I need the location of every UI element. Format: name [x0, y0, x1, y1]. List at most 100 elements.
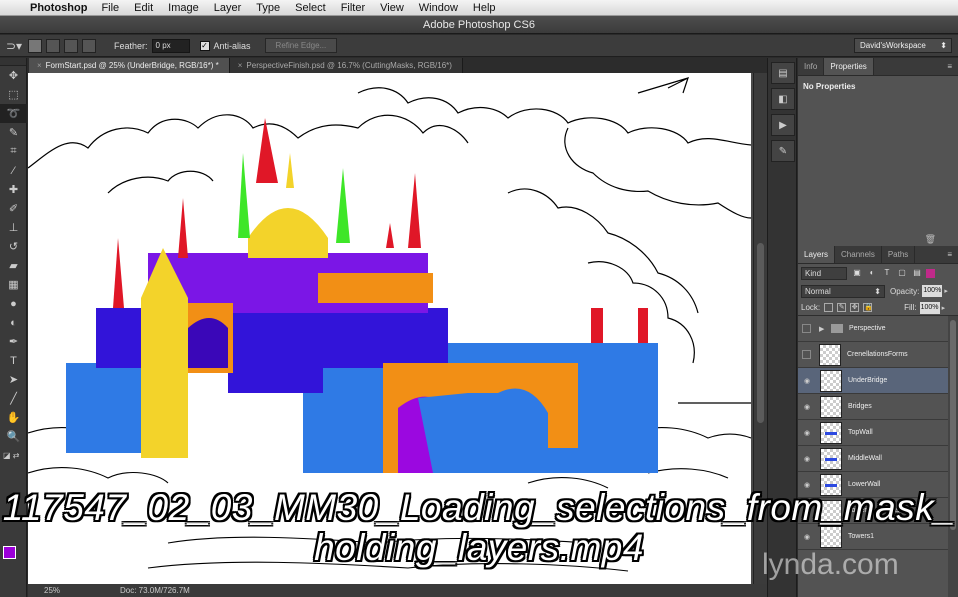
shape-filter-icon[interactable]: ▢	[897, 268, 907, 278]
quick-selection-tool-icon[interactable]: ✎	[0, 123, 27, 142]
tab-layers[interactable]: Layers	[798, 246, 836, 263]
toolbar-grip[interactable]	[0, 58, 26, 66]
eye-icon[interactable]: ◉	[798, 377, 816, 385]
blur-tool-icon[interactable]: ●	[0, 294, 27, 313]
panel-menu-icon[interactable]: ≡	[947, 246, 952, 263]
close-icon[interactable]: ×	[37, 61, 42, 70]
scrollbar-thumb[interactable]	[950, 320, 956, 530]
marquee-tool-icon[interactable]: ⬚	[0, 85, 27, 104]
lock-all-icon[interactable]: 🔒	[863, 303, 873, 312]
layer-row-towers2-details[interactable]: ◉ Towers2+Details	[798, 498, 948, 524]
shape-tool-icon[interactable]: ╱	[0, 389, 27, 408]
color-panel-icon[interactable]: ◧	[771, 88, 795, 110]
menu-file[interactable]: File	[101, 2, 119, 14]
panel-menu-icon[interactable]: ≡	[947, 58, 952, 75]
new-selection-button[interactable]	[28, 38, 42, 53]
menu-image[interactable]: Image	[168, 2, 199, 14]
app-name-menu[interactable]: Photoshop	[30, 2, 87, 14]
workspace-switcher[interactable]: David'sWorkspace ⬍	[854, 38, 952, 53]
menu-edit[interactable]: Edit	[134, 2, 153, 14]
eye-icon[interactable]: ◉	[798, 507, 816, 515]
chevron-right-icon[interactable]: ▸	[942, 304, 946, 312]
eye-icon[interactable]: ◉	[798, 455, 816, 463]
gradient-tool-icon[interactable]: ▦	[0, 275, 27, 294]
lasso-tool-preset-icon[interactable]: ⊃▾	[6, 39, 28, 53]
scrollbar-thumb[interactable]	[757, 243, 764, 423]
visibility-toggle[interactable]	[802, 350, 811, 359]
menu-window[interactable]: Window	[419, 2, 458, 14]
lock-transparency-icon[interactable]	[824, 303, 834, 312]
document-canvas[interactable]	[28, 73, 751, 584]
history-panel-icon[interactable]: ▤	[771, 62, 795, 84]
layer-row-topwall[interactable]: ◉ TopWall	[798, 420, 948, 446]
zoom-tool-icon[interactable]: 🔍	[0, 427, 27, 446]
layer-row-underbridge[interactable]: ◉ UnderBridge	[798, 368, 948, 394]
layer-row-towers1[interactable]: ◉ Towers1	[798, 524, 948, 550]
layer-row-lowerwall[interactable]: ◉ LowerWall	[798, 472, 948, 498]
brush-tool-icon[interactable]: ✐	[0, 199, 27, 218]
opacity-input[interactable]: 100%	[922, 285, 943, 297]
move-tool-icon[interactable]: ✥	[0, 66, 27, 85]
crop-tool-icon[interactable]: ⌗	[0, 142, 27, 161]
adjustment-filter-icon[interactable]: ◐	[867, 268, 877, 278]
clone-stamp-tool-icon[interactable]: ⊥	[0, 218, 27, 237]
blend-mode-select[interactable]: Normal ⬍	[801, 284, 885, 298]
hand-tool-icon[interactable]: ✋	[0, 408, 27, 427]
lock-position-icon[interactable]: ✥	[850, 303, 860, 312]
visibility-toggle[interactable]	[802, 324, 811, 333]
tab-formstart[interactable]: × FormStart.psd @ 25% (UnderBridge, RGB/1…	[29, 58, 230, 73]
brush-panel-icon[interactable]: ✎	[771, 140, 795, 162]
menu-select[interactable]: Select	[295, 2, 326, 14]
tab-channels[interactable]: Channels	[835, 246, 882, 263]
actions-panel-icon[interactable]: ▶	[771, 114, 795, 136]
eraser-tool-icon[interactable]: ▰	[0, 256, 27, 275]
tab-paths[interactable]: Paths	[882, 246, 916, 263]
layer-row-bridges[interactable]: ◉ Bridges	[798, 394, 948, 420]
layer-row-middlewall[interactable]: ◉ MiddleWall	[798, 446, 948, 472]
feather-input[interactable]: 0 px	[151, 38, 190, 53]
fill-input[interactable]: 100%	[919, 301, 940, 314]
eye-icon[interactable]: ◉	[798, 533, 816, 541]
lasso-tool-icon[interactable]: ➰	[0, 104, 27, 123]
layer-row-crenellationsforms[interactable]: CrenellationsForms	[798, 342, 948, 368]
tab-properties[interactable]: Properties	[824, 58, 874, 75]
foreground-color-swatch[interactable]	[3, 546, 16, 559]
menu-help[interactable]: Help	[473, 2, 496, 14]
menu-filter[interactable]: Filter	[341, 2, 365, 14]
eyedropper-tool-icon[interactable]: ⁄	[0, 161, 27, 180]
antialias-checkbox[interactable]: ✓	[199, 40, 210, 51]
menu-type[interactable]: Type	[256, 2, 280, 14]
canvas-vertical-scrollbar[interactable]	[753, 73, 767, 584]
pixel-filter-icon[interactable]: ▣	[852, 268, 862, 278]
healing-brush-tool-icon[interactable]: ✚	[0, 180, 27, 199]
chevron-right-icon[interactable]: ▸	[944, 287, 948, 295]
layer-row-perspective[interactable]: ▶ Perspective	[798, 316, 948, 342]
history-brush-tool-icon[interactable]: ↺	[0, 237, 27, 256]
trash-icon[interactable]: 🗑	[925, 234, 936, 245]
expand-triangle-icon[interactable]: ▶	[819, 325, 827, 333]
pen-tool-icon[interactable]: ✒	[0, 332, 27, 351]
smart-object-filter-icon[interactable]: ▤	[912, 268, 922, 278]
type-filter-icon[interactable]: T	[882, 268, 892, 278]
close-icon[interactable]: ×	[238, 61, 243, 70]
type-tool-icon[interactable]: T	[0, 351, 27, 370]
doc-size[interactable]: Doc: 73.0M/726.7M	[120, 584, 190, 597]
eye-icon[interactable]: ◉	[798, 403, 816, 411]
eye-icon[interactable]: ◉	[798, 481, 816, 489]
dodge-tool-icon[interactable]: ◐	[0, 313, 27, 332]
menu-view[interactable]: View	[380, 2, 404, 14]
tab-info[interactable]: Info	[798, 58, 825, 75]
menu-layer[interactable]: Layer	[214, 2, 242, 14]
lock-pixels-icon[interactable]: ✎	[837, 303, 847, 312]
zoom-level[interactable]: 25%	[44, 584, 60, 597]
subtract-from-selection-button[interactable]	[64, 38, 78, 53]
kind-filter-select[interactable]: Kind	[801, 266, 847, 280]
filter-toggle-icon[interactable]	[926, 268, 935, 278]
layers-scrollbar[interactable]	[948, 316, 958, 597]
path-selection-tool-icon[interactable]: ➤	[0, 370, 27, 389]
tab-perspectivefinish[interactable]: × PerspectiveFinish.psd @ 16.7% (CuttingM…	[229, 58, 463, 73]
add-to-selection-button[interactable]	[46, 38, 60, 53]
default-colors-icon[interactable]: ◪ ⇄	[0, 446, 27, 465]
refine-edge-button[interactable]: Refine Edge...	[264, 38, 338, 53]
eye-icon[interactable]: ◉	[798, 429, 816, 437]
